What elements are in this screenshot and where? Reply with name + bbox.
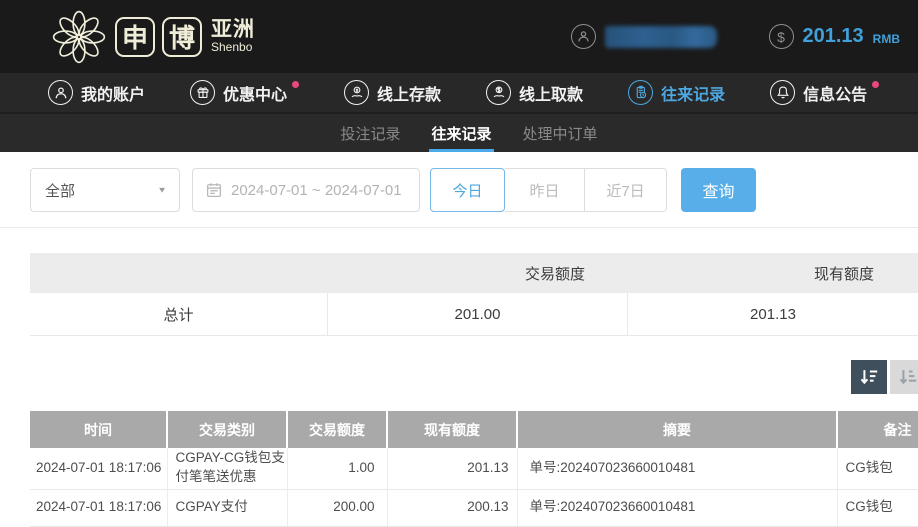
sort-controls	[0, 360, 918, 394]
table-row: 2024-07-01 18:17:06 CGPAY支付 200.00 200.1…	[30, 489, 918, 527]
deposit-icon	[344, 80, 370, 105]
date-range-input[interactable]: 2024-07-01 ~ 2024-07-01	[192, 168, 420, 212]
last7days-button[interactable]: 近7日	[585, 168, 667, 212]
notification-dot	[292, 81, 300, 88]
cell-amount: 1.00	[287, 448, 388, 490]
notification-dot	[872, 81, 880, 88]
nav-label: 我的账户	[81, 86, 146, 104]
summary-header-transaction: 交易额度	[524, 265, 585, 283]
nav-item-withdraw[interactable]: 线上取款	[486, 80, 583, 105]
balance-currency: RMB	[872, 32, 900, 46]
cell-balance: 201.13	[387, 448, 518, 490]
nav-label: 线上取款	[519, 86, 584, 104]
nav-label: 线上存款	[377, 86, 442, 104]
brand-subtitle: Shenbo	[211, 40, 253, 55]
flower-logo-icon	[52, 10, 106, 63]
cell-type: CGPAY-CG钱包支付笔笔送优惠	[167, 448, 288, 490]
summary-header-balance: 现有额度	[813, 265, 874, 283]
sort-descending-button[interactable]	[851, 360, 887, 394]
user-area[interactable]	[570, 24, 717, 49]
brand-region: 亚洲	[211, 18, 255, 42]
brand-char-2: 博	[162, 16, 202, 57]
records-table: 时间 交易类别 交易额度 现有额度 摘要 备注 2024-07-01 18:17…	[30, 411, 918, 527]
cell-type: CGPAY支付	[167, 489, 288, 527]
tab-betting-records[interactable]: 投注记录	[338, 114, 402, 152]
nav-label: 信息公告	[803, 86, 868, 104]
cell-summary: 单号:202407023660010481	[517, 448, 838, 490]
type-select-value: 全部	[45, 182, 76, 200]
bell-icon	[770, 80, 796, 105]
balance-amount: 201.13	[802, 25, 864, 47]
money-icon: $	[768, 24, 794, 49]
withdraw-icon	[486, 80, 512, 105]
sub-tabbar: 投注记录 往来记录 处理中订单	[0, 112, 918, 152]
nav-item-records[interactable]: 往来记录	[628, 80, 725, 105]
main-nav: 我的账户 优惠中心 线上存款 线上取款 往来记录 信息公告	[0, 73, 918, 112]
records-header-row: 时间 交易类别 交易额度 现有额度 摘要 备注	[30, 411, 918, 448]
col-header-amount: 交易额度	[287, 411, 388, 448]
nav-item-promotions[interactable]: 优惠中心	[190, 80, 300, 105]
brand-logo[interactable]: 申 博 亚洲 Shenbo	[50, 8, 255, 66]
tab-transaction-records[interactable]: 往来记录	[429, 114, 494, 152]
tab-processing-orders[interactable]: 处理中订单	[521, 114, 600, 152]
sort-descending-icon	[860, 370, 878, 385]
nav-label: 优惠中心	[223, 86, 288, 104]
summary-total-transaction: 201.00	[327, 293, 627, 335]
brand-char-1: 申	[115, 16, 155, 57]
sort-ascending-icon	[899, 370, 917, 385]
user-avatar-icon	[570, 24, 596, 49]
yesterday-button[interactable]: 昨日	[505, 168, 585, 212]
summary-total-label: 总计	[163, 306, 194, 324]
nav-item-my-account[interactable]: 我的账户	[48, 80, 145, 105]
col-header-balance: 现有额度	[387, 411, 518, 448]
calendar-icon	[206, 183, 222, 198]
type-select[interactable]: 全部 ▼	[30, 168, 180, 212]
summary-total-balance: 201.13	[627, 293, 918, 335]
col-header-summary: 摘要	[517, 411, 838, 448]
date-range-value: 2024-07-01 ~ 2024-07-01	[231, 181, 402, 199]
summary-header-row: 交易额度 现有额度	[30, 253, 918, 293]
cell-summary: 单号:202407023660010481	[517, 489, 838, 527]
col-header-remark: 备注	[837, 411, 918, 448]
quick-date-group: 今日 昨日 近7日	[430, 168, 667, 212]
col-header-time: 时间	[30, 411, 168, 448]
cell-time: 2024-07-01 18:17:06	[30, 448, 168, 490]
summary-total-row: 总计 201.00 201.13	[30, 293, 918, 336]
cell-amount: 200.00	[287, 489, 388, 527]
today-button[interactable]: 今日	[430, 168, 505, 212]
filter-row: 全部 ▼ 2024-07-01 ~ 2024-07-01 今日 昨日 近7日 查…	[30, 168, 918, 212]
username-redacted	[604, 25, 717, 48]
cell-balance: 200.13	[387, 489, 518, 527]
chevron-down-icon: ▼	[157, 185, 167, 195]
summary-table: 交易额度 现有额度 总计 201.00 201.13	[30, 253, 918, 336]
table-row: 2024-07-01 18:17:06 CGPAY-CG钱包支付笔笔送优惠 1.…	[30, 448, 918, 490]
user-icon	[48, 80, 73, 105]
top-header: 申 博 亚洲 Shenbo $ 201.13 RMB	[0, 0, 918, 73]
cell-remark: CG钱包	[837, 489, 918, 527]
col-header-type: 交易类别	[167, 411, 288, 448]
gift-icon	[190, 80, 216, 105]
query-button[interactable]: 查询	[681, 168, 756, 212]
cell-remark: CG钱包	[837, 448, 918, 490]
records-icon	[628, 80, 654, 105]
nav-item-announcements[interactable]: 信息公告	[770, 80, 880, 105]
sort-ascending-button[interactable]	[890, 360, 918, 394]
cell-time: 2024-07-01 18:17:06	[30, 489, 168, 527]
nav-label: 往来记录	[661, 86, 726, 104]
nav-item-deposit[interactable]: 线上存款	[344, 80, 441, 105]
balance-area[interactable]: $ 201.13 RMB	[768, 24, 900, 49]
section-divider	[0, 227, 918, 228]
